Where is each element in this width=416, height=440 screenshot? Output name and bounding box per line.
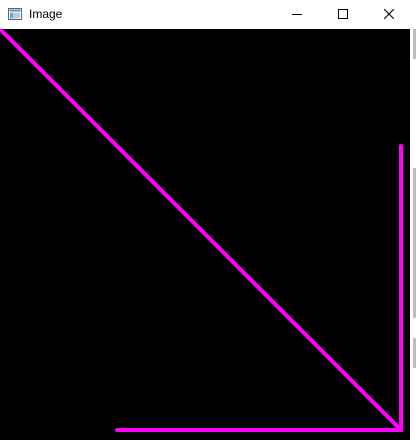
background-window-edge (410, 0, 416, 440)
diagonal-line (0, 29, 403, 432)
image-window-icon (8, 7, 22, 20)
window-title: Image (29, 7, 63, 21)
minimize-icon (292, 6, 302, 24)
canvas-drawing (0, 29, 403, 432)
image-canvas (0, 29, 410, 440)
image-window: Image (0, 0, 410, 440)
close-button[interactable] (366, 0, 412, 29)
title-bar[interactable]: Image (0, 0, 410, 29)
minimize-button[interactable] (274, 0, 320, 29)
maximize-button[interactable] (320, 0, 366, 29)
close-icon (383, 6, 395, 24)
maximize-icon (338, 6, 348, 24)
